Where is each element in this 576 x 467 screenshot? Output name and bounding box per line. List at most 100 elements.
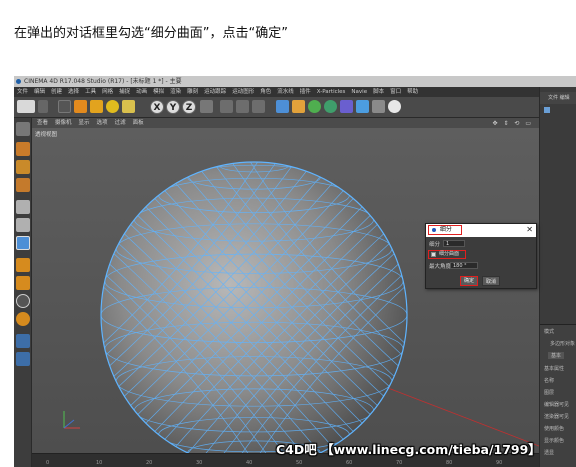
menu-item[interactable]: 流水线 — [277, 87, 294, 97]
pen-spline-icon[interactable] — [292, 100, 305, 113]
menu-item[interactable]: 运动跟踪 — [204, 87, 226, 97]
menu-item[interactable]: 文件 — [17, 87, 28, 97]
deformer-icon[interactable] — [340, 100, 353, 113]
menu-item[interactable]: 雕刻 — [187, 87, 198, 97]
menu-item[interactable]: Navie — [351, 87, 367, 97]
attribute-row[interactable]: 显示颜色 — [544, 437, 564, 444]
menu-item[interactable]: 运动图形 — [232, 87, 254, 97]
menu-item[interactable]: 角色 — [260, 87, 271, 97]
recent-tool-icon[interactable] — [122, 100, 135, 113]
attributes-mode-tab[interactable]: 模式 — [544, 328, 554, 335]
viewport-label: 透视视图 — [35, 132, 58, 138]
dialog-title-box: 细分 — [428, 225, 462, 235]
subdivide-label: 细分 — [429, 242, 441, 248]
viewport-menu-item[interactable]: 选项 — [97, 118, 108, 128]
viewport-menu-item[interactable]: 显示 — [79, 118, 90, 128]
move-tool-icon[interactable] — [74, 100, 87, 113]
perspective-viewport[interactable]: 透视视图 — [32, 128, 539, 453]
lock-workplane-icon[interactable] — [16, 334, 30, 348]
enable-axis-icon[interactable] — [16, 258, 30, 272]
redo-icon[interactable] — [38, 100, 48, 113]
menu-item[interactable]: 帮助 — [407, 87, 418, 97]
cube-icon[interactable] — [276, 100, 289, 113]
rotate-tool-icon[interactable] — [106, 100, 119, 113]
menu-item[interactable]: 捕捉 — [119, 87, 130, 97]
coordinate-system-icon[interactable] — [200, 100, 213, 113]
timeline-tick-label: 0 — [46, 460, 50, 466]
menu-item[interactable]: 窗口 — [390, 87, 401, 97]
camera-icon[interactable] — [372, 100, 385, 113]
menu-item[interactable]: 插件 — [300, 87, 311, 97]
timeline-tick-label: 50 — [296, 460, 303, 466]
model-mode-icon[interactable] — [16, 142, 30, 156]
timeline-tick-label: 30 — [196, 460, 203, 466]
tab-edit[interactable]: 编辑 — [560, 95, 570, 101]
max-angle-input[interactable]: 180 ° — [450, 262, 478, 269]
workplane-icon[interactable] — [16, 178, 30, 192]
tab-file[interactable]: 文件 — [548, 95, 558, 101]
ok-button[interactable]: 确定 — [460, 276, 478, 286]
points-mode-icon[interactable] — [16, 200, 30, 214]
attribute-row[interactable]: 透显 — [544, 449, 554, 456]
attribute-row[interactable]: 渲染器可见 — [544, 413, 569, 420]
menu-item[interactable]: 脚本 — [373, 87, 384, 97]
attribute-row[interactable]: 使用颜色 — [544, 425, 564, 432]
menu-item[interactable]: 动画 — [136, 87, 147, 97]
make-editable-icon[interactable] — [16, 122, 30, 136]
menu-item[interactable]: 工具 — [85, 87, 96, 97]
cancel-button[interactable]: 取消 — [482, 276, 500, 286]
viewport-menu-item[interactable]: 过滤 — [115, 118, 126, 128]
scale-tool-icon[interactable] — [90, 100, 103, 113]
array-icon[interactable] — [324, 100, 337, 113]
undo-icon[interactable] — [17, 100, 35, 113]
close-icon[interactable]: ✕ — [526, 225, 533, 235]
sphere-mesh[interactable] — [32, 128, 539, 453]
render-settings-icon[interactable] — [252, 100, 265, 113]
attributes-basic-tab[interactable]: 基本 — [548, 352, 565, 359]
main-menubar: 文件 编辑 创建 选择 工具 网格 捕捉 动画 模拟 渲染 雕刻 运动跟踪 运动图形 角色 流水线 插件 X-P… — [14, 87, 576, 97]
menu-item[interactable]: 渲染 — [170, 87, 181, 97]
max-angle-label: 最大角度 — [429, 264, 452, 270]
menu-item[interactable]: 编辑 — [34, 87, 45, 97]
objects-tabs[interactable]: 文件 编辑 — [540, 92, 576, 104]
menu-item[interactable]: 创建 — [51, 87, 62, 97]
menu-item[interactable]: X-Particles — [317, 87, 346, 97]
texture-mode-icon[interactable] — [16, 160, 30, 174]
attribute-row[interactable]: 名称 — [544, 377, 554, 384]
attribute-row[interactable]: 图层 — [544, 389, 554, 396]
subdivision-surface-checkbox[interactable]: 细分曲面 — [428, 250, 466, 259]
sphere-object-icon[interactable] — [544, 107, 550, 113]
render-view-icon[interactable] — [220, 100, 233, 113]
checkbox-check-icon — [431, 252, 436, 257]
cinema4d-logo-icon — [16, 79, 21, 84]
viewport-menu-item[interactable]: 摄像机 — [55, 118, 72, 128]
menu-item[interactable]: 选择 — [68, 87, 79, 97]
light-icon[interactable] — [388, 100, 401, 113]
menu-item[interactable]: 网格 — [102, 87, 113, 97]
sculpt-icon[interactable] — [16, 312, 30, 326]
floor-icon[interactable] — [356, 100, 369, 113]
tweak-mode-icon[interactable] — [16, 276, 30, 290]
subdivision-surface-icon[interactable] — [308, 100, 321, 113]
c4d-screenshot: CINEMA 4D R17.048 Studio (R17) - [未标题 1 … — [14, 76, 576, 467]
y-axis-button[interactable]: Y — [166, 100, 180, 114]
dialog-header: 细分 ✕ — [426, 224, 536, 237]
menu-item[interactable]: 模拟 — [153, 87, 164, 97]
x-axis-button[interactable]: X — [150, 100, 164, 114]
edges-mode-icon[interactable] — [16, 218, 30, 232]
viewport-menu-item[interactable]: 查看 — [37, 118, 48, 128]
attribute-row[interactable]: 编辑器可见 — [544, 401, 569, 408]
subdivide-input[interactable]: 1 — [443, 240, 465, 247]
render-picture-viewer-icon[interactable] — [236, 100, 249, 113]
left-tool-palette — [14, 118, 32, 467]
attribute-row[interactable]: 基本属性 — [544, 365, 564, 372]
z-axis-button[interactable]: Z — [182, 100, 196, 114]
select-tool-icon[interactable] — [58, 100, 71, 113]
timeline-tick-label: 20 — [146, 460, 153, 466]
polygons-mode-icon[interactable] — [16, 236, 30, 250]
snapping-icon[interactable] — [16, 294, 30, 308]
timeline-tick-label: 80 — [446, 460, 453, 466]
page: 在弹出的对话框里勾选“细分曲面”，点击“确定” CINEMA 4D R17.04… — [0, 0, 576, 467]
viewport-menu-item[interactable]: 面板 — [133, 118, 144, 128]
planar-workplane-icon[interactable] — [16, 352, 30, 366]
